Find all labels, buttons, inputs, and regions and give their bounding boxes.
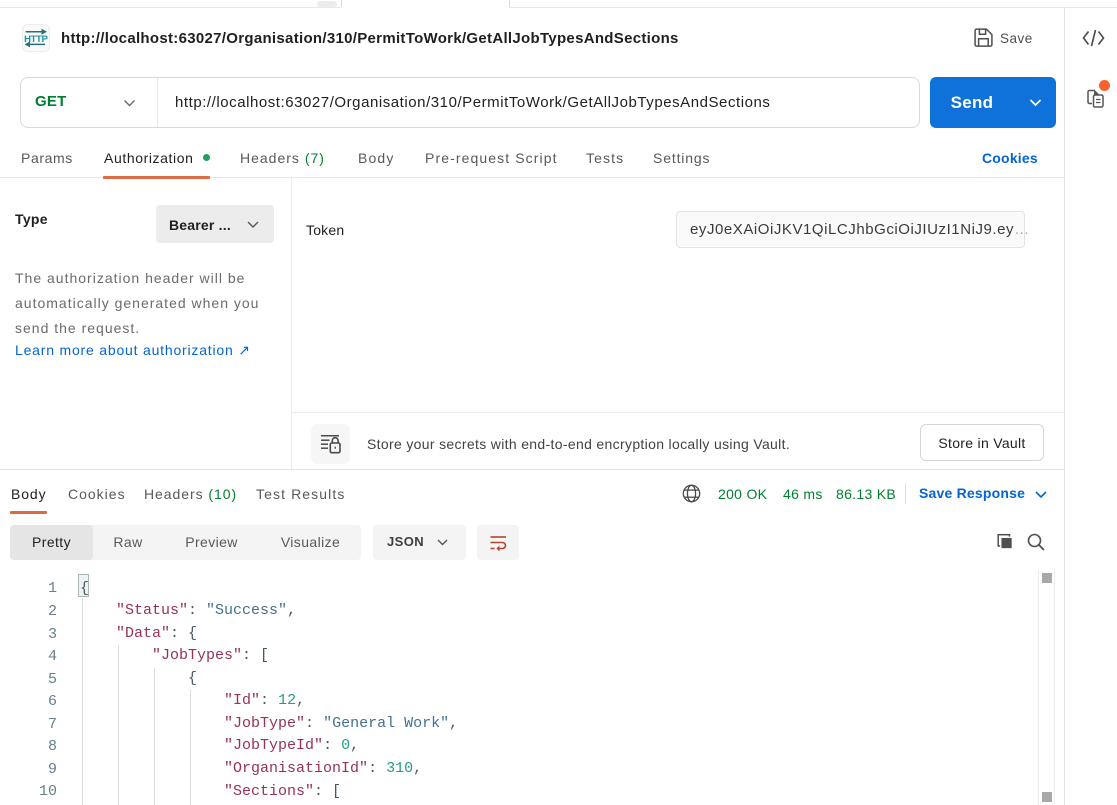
svg-text:HTTP: HTTP: [24, 34, 48, 45]
